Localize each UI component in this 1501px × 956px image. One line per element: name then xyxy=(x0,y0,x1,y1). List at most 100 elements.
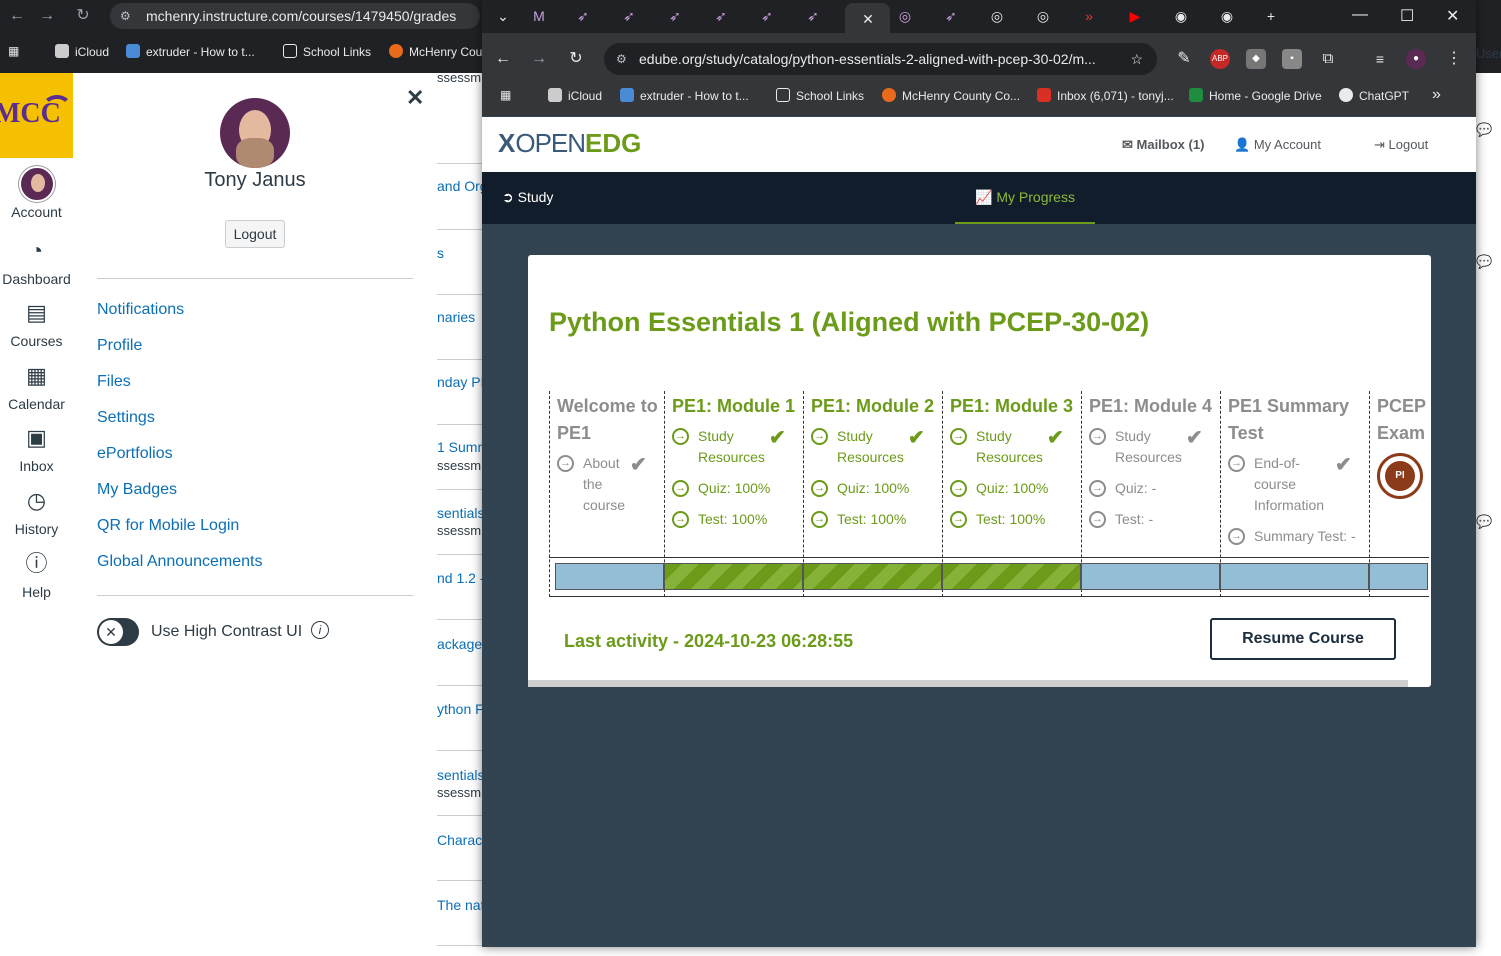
resume-course-button[interactable]: Resume Course xyxy=(1210,618,1396,660)
active-tab[interactable]: ✕ xyxy=(845,3,890,33)
back-arrow-icon[interactable]: ← xyxy=(492,48,514,70)
link-profile[interactable]: Profile xyxy=(97,337,142,355)
grade-item-link[interactable]: sentials xyxy=(437,767,482,783)
bookmark[interactable]: Home - Google Drive xyxy=(1189,88,1322,103)
nav-dashboard[interactable]: ◔ Dashboard xyxy=(0,233,73,287)
mailbox-link[interactable]: ✉ Mailbox (1) xyxy=(1122,137,1204,153)
tab-edube[interactable]: ➶ xyxy=(708,4,734,28)
openedg-logo[interactable]: XOPENEDG xyxy=(498,128,641,159)
minimize-icon[interactable]: — xyxy=(1352,6,1368,24)
link-global-announcements[interactable]: Global Announcements xyxy=(97,553,262,571)
link-my-badges[interactable]: My Badges xyxy=(97,481,177,499)
bookmark[interactable]: extruder - How to t... xyxy=(126,44,255,59)
tab-edube[interactable]: ➶ xyxy=(938,4,964,28)
bookmark[interactable]: Inbox (6,071) - tonyj... xyxy=(1037,88,1174,103)
module-title[interactable]: PE1: Module 2 xyxy=(811,393,940,420)
grade-item-link[interactable]: 1 Summ xyxy=(437,439,482,455)
comment-icon[interactable]: 💬 xyxy=(1476,514,1501,530)
module-title[interactable]: Welcome to PE1 xyxy=(557,393,662,447)
nav-inbox[interactable]: ▣ Inbox xyxy=(0,420,73,474)
grade-item-link[interactable]: ython F xyxy=(437,701,482,717)
bookmark[interactable]: School Links xyxy=(776,88,864,103)
tab-edube[interactable]: ➶ xyxy=(616,4,642,28)
forward-arrow-icon[interactable]: → xyxy=(36,5,58,27)
tab-edube[interactable]: ➶ xyxy=(570,4,596,28)
grade-item-link[interactable]: naries xyxy=(437,309,482,325)
reload-icon[interactable]: ↻ xyxy=(72,5,94,27)
grade-item-link[interactable]: Charact xyxy=(437,832,482,848)
link-eportfolios[interactable]: ePortfolios xyxy=(97,445,173,463)
adblock-icon[interactable]: ABP xyxy=(1210,49,1230,69)
module-title[interactable]: PE1: Module 3 xyxy=(950,393,1079,420)
nav-account[interactable]: Account xyxy=(0,166,73,220)
tab-my-progress[interactable]: 📈 My Progress xyxy=(955,172,1095,224)
bookmark[interactable]: McHenry County Co... xyxy=(882,88,1020,103)
bookmark[interactable]: iCloud xyxy=(55,44,109,59)
link-settings[interactable]: Settings xyxy=(97,409,155,427)
grade-item-link[interactable]: nday PE xyxy=(437,374,482,390)
new-tab-icon[interactable]: + xyxy=(1258,4,1284,28)
link-qr-mobile-login[interactable]: QR for Mobile Login xyxy=(97,517,239,535)
bookmark[interactable]: School Links xyxy=(283,44,371,59)
module-title[interactable]: PE1 Summary Test xyxy=(1228,393,1367,447)
nav-calendar[interactable]: ▦ Calendar xyxy=(0,358,73,412)
tab-site[interactable]: ◎ xyxy=(892,4,918,28)
pcep-badge-icon[interactable]: PI xyxy=(1377,453,1423,499)
profile-icon[interactable]: ● xyxy=(1406,49,1426,69)
grade-item-link[interactable]: and Org xyxy=(437,178,482,194)
tab-site[interactable]: » xyxy=(1076,4,1102,28)
module-title[interactable]: PE1: Module 1 xyxy=(672,393,801,420)
forward-arrow-icon[interactable]: → xyxy=(528,48,550,70)
maximize-icon[interactable]: ☐ xyxy=(1400,6,1414,26)
my-account-link[interactable]: 👤 My Account xyxy=(1234,137,1321,153)
nav-help[interactable]: ⓘ Help xyxy=(0,546,73,600)
close-tab-icon[interactable]: ✕ xyxy=(855,7,881,31)
back-arrow-icon[interactable]: ← xyxy=(6,5,28,27)
logout-link[interactable]: ⇥ Logout xyxy=(1374,137,1428,153)
link-files[interactable]: Files xyxy=(97,373,131,391)
apps-grid-icon[interactable]: ▦ xyxy=(8,44,19,58)
tab-edube[interactable]: ➶ xyxy=(800,4,826,28)
grade-item-link[interactable]: The natu xyxy=(437,897,482,913)
extension-icon[interactable]: ◆ xyxy=(1246,49,1266,69)
extension-icon[interactable]: ▪ xyxy=(1282,49,1302,69)
study-link[interactable]: ➲ Study xyxy=(502,189,553,206)
tab-search-icon[interactable]: ⌄ xyxy=(490,4,516,28)
tab-globe[interactable]: ◉ xyxy=(1214,4,1240,28)
comment-icon[interactable]: 💬 xyxy=(1476,122,1501,138)
bookmark[interactable]: iCloud xyxy=(548,88,602,103)
site-info-icon[interactable]: ⚙ xyxy=(616,43,627,75)
bookmark[interactable]: ChatGPT xyxy=(1339,88,1409,103)
module-title[interactable]: PCEP Exam xyxy=(1377,393,1427,447)
grade-item-link[interactable]: ackages xyxy=(437,636,482,652)
tab-site[interactable]: ◎ xyxy=(1030,4,1056,28)
eyedropper-icon[interactable]: ✎ xyxy=(1174,49,1194,69)
tab-gmail[interactable]: M xyxy=(526,4,552,28)
address-bar[interactable]: ⚙ edube.org/study/catalog/python-essentia… xyxy=(604,43,1157,75)
info-icon[interactable]: i xyxy=(311,621,329,639)
tab-site[interactable]: ◎ xyxy=(984,4,1010,28)
horizontal-scrollbar[interactable] xyxy=(528,680,1408,687)
back-address-bar[interactable]: ⚙ mchenry.instructure.com/courses/1479450… xyxy=(110,3,480,29)
nav-history[interactable]: ◷ History xyxy=(0,483,73,537)
comment-icon[interactable]: 💬 xyxy=(1476,254,1501,270)
tab-globe[interactable]: ◉ xyxy=(1168,4,1194,28)
logout-button[interactable]: Logout xyxy=(225,220,285,248)
close-window-icon[interactable]: ✕ xyxy=(1446,6,1459,26)
module-title[interactable]: PE1: Module 4 xyxy=(1089,393,1218,420)
tab-youtube[interactable]: ▶ xyxy=(1122,4,1148,28)
mcc-logo[interactable]: MCC xyxy=(0,73,73,158)
tab-edube[interactable]: ➶ xyxy=(754,4,780,28)
star-icon[interactable]: ☆ xyxy=(1130,43,1143,75)
high-contrast-toggle[interactable]: ✕ xyxy=(97,618,139,646)
more-bookmarks-icon[interactable]: » xyxy=(1432,86,1441,104)
puzzle-icon[interactable]: ⧉ xyxy=(1318,49,1338,69)
nav-courses[interactable]: ▤ Courses xyxy=(0,295,73,349)
bookmark[interactable]: McHenry Cou xyxy=(389,44,482,59)
reload-icon[interactable]: ↻ xyxy=(565,48,587,70)
grade-item-link[interactable]: nd 1.2 - xyxy=(437,570,482,586)
tab-edube[interactable]: ➶ xyxy=(662,4,688,28)
close-icon[interactable]: ✕ xyxy=(406,85,424,111)
link-notifications[interactable]: Notifications xyxy=(97,301,184,319)
site-info-icon[interactable]: ⚙ xyxy=(120,3,131,29)
